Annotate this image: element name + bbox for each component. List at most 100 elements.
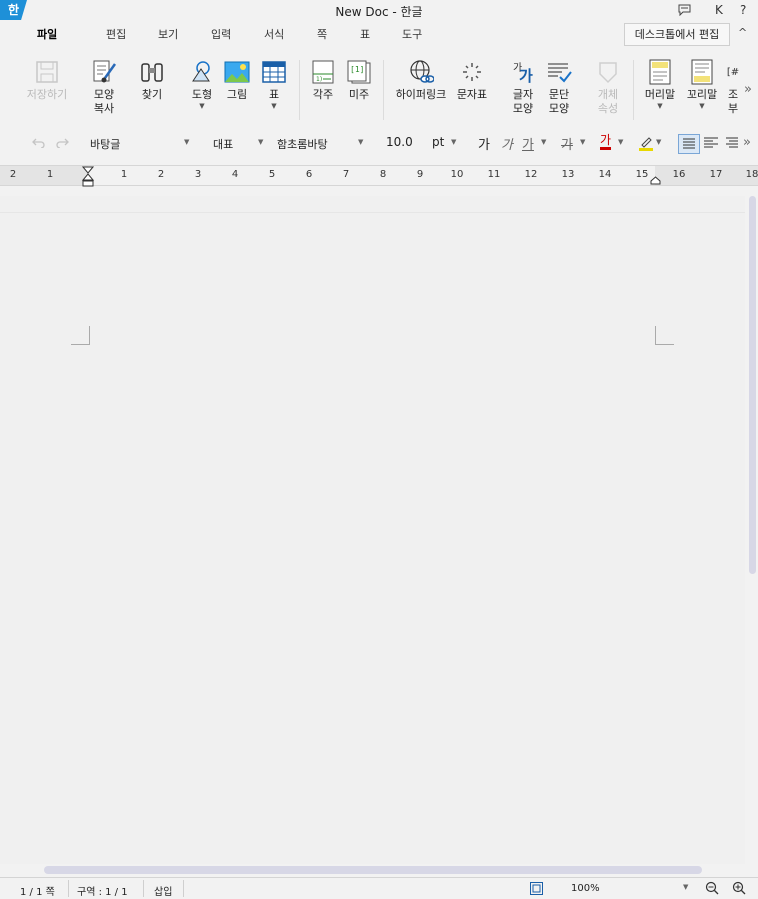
endnote-button[interactable]: [1] 미주: [344, 56, 374, 102]
header-dropdown-icon[interactable]: ▼: [642, 102, 678, 110]
para-shape-button[interactable]: 문단 모양: [544, 56, 574, 116]
header-label: 머리말: [644, 88, 676, 101]
insert-mode[interactable]: 삽입: [154, 883, 172, 898]
zoom-dropdown-icon[interactable]: ▼: [683, 883, 688, 891]
tab-format[interactable]: 서식: [264, 26, 284, 42]
zoom-level[interactable]: 100%: [571, 883, 600, 894]
footer-button[interactable]: 꼬리말 ▼: [684, 56, 720, 110]
redo-icon[interactable]: [55, 136, 69, 151]
tab-edit[interactable]: 편집: [106, 26, 126, 42]
ruler-label: 7: [342, 169, 350, 180]
table-dropdown-icon[interactable]: ▼: [260, 102, 288, 110]
underline-dropdown-icon[interactable]: ▼: [541, 138, 546, 146]
collapse-ribbon-button[interactable]: ^: [738, 26, 747, 39]
char-shape-button[interactable]: 가 가 글자 모양: [509, 56, 537, 116]
ruler-label: 11: [487, 169, 501, 180]
format-bar-more-icon[interactable]: »: [743, 135, 751, 150]
tab-insert[interactable]: 입력: [211, 26, 231, 42]
zoom-in-icon[interactable]: [732, 881, 746, 898]
align-right-icon[interactable]: [725, 135, 739, 154]
zoom-out-icon[interactable]: [705, 881, 719, 898]
char-shape-glyph-large: 가: [519, 67, 533, 85]
svg-text:1): 1): [316, 76, 322, 83]
document-canvas[interactable]: [0, 196, 745, 864]
highlight-dropdown-icon[interactable]: ▼: [656, 138, 661, 146]
ruler-label: 13: [561, 169, 575, 180]
underline-button[interactable]: 가: [522, 134, 534, 153]
tab-view[interactable]: 보기: [158, 26, 178, 42]
style-dropdown-icon[interactable]: ▼: [184, 138, 189, 146]
ruler-label: 2: [9, 169, 17, 180]
format-copy-button[interactable]: 모양 복사: [87, 56, 121, 116]
ruler[interactable]: 2 1 1 2 3 4 5 6 7 8 9 10 11 12 13 14 15 …: [0, 165, 758, 188]
ruler-label: 17: [709, 169, 723, 180]
shape-button[interactable]: 도형 ▼: [186, 56, 218, 110]
font-color-button[interactable]: 가: [600, 134, 612, 150]
horizontal-scrollbar[interactable]: [44, 866, 702, 874]
font-size-input[interactable]: 10.0: [386, 135, 413, 149]
endnote-glyph: [1]: [350, 65, 364, 74]
size-unit-select[interactable]: pt: [432, 135, 444, 149]
ruler-label: 5: [268, 169, 276, 180]
style-select[interactable]: 바탕글: [90, 136, 120, 152]
tab-file[interactable]: 파일: [37, 26, 57, 42]
save-icon: [24, 56, 70, 88]
find-label: 찾기: [141, 88, 163, 101]
tab-page[interactable]: 쪽: [317, 26, 327, 42]
table-button[interactable]: 표 ▼: [260, 56, 288, 110]
ruler-label: 4: [231, 169, 239, 180]
account-icon[interactable]: K: [715, 3, 723, 17]
object-props-button[interactable]: 개체 속성: [592, 56, 624, 116]
hyperlink-button[interactable]: 하이퍼링크: [393, 56, 449, 102]
page-view-icon[interactable]: [530, 882, 543, 898]
undo-icon[interactable]: [32, 136, 46, 151]
margin-corner-top-right: [655, 326, 674, 345]
tab-table[interactable]: 표: [360, 26, 370, 42]
ribbon-scroll-right-icon[interactable]: »: [744, 82, 752, 97]
align-left-icon[interactable]: [703, 135, 719, 154]
right-indent-marker-icon[interactable]: [650, 175, 661, 188]
desktop-edit-button[interactable]: 데스크톱에서 편집: [624, 23, 730, 46]
strikethrough-dropdown-icon[interactable]: ▼: [580, 138, 585, 146]
lang-dropdown-icon[interactable]: ▼: [258, 138, 263, 146]
comment-icon[interactable]: [678, 4, 691, 19]
footer-dropdown-icon[interactable]: ▼: [684, 102, 720, 110]
italic-button[interactable]: 가: [501, 134, 513, 153]
align-justify-button[interactable]: [678, 134, 700, 154]
shape-dropdown-icon[interactable]: ▼: [186, 102, 218, 110]
lang-select[interactable]: 대표: [213, 136, 233, 152]
find-button[interactable]: 찾기: [136, 56, 168, 102]
margin-corner-top-left: [71, 326, 90, 345]
format-copy-label-1: 모양: [93, 88, 115, 101]
vertical-scrollbar[interactable]: [749, 196, 756, 574]
ruler-label: 1: [46, 169, 54, 180]
tab-tools[interactable]: 도구: [402, 26, 422, 42]
more-ribbon-label-2: 부: [727, 102, 739, 115]
ruler-label: 14: [598, 169, 612, 180]
strikethrough-button[interactable]: 가: [561, 134, 573, 153]
font-color-dropdown-icon[interactable]: ▼: [618, 138, 623, 146]
section-count: 구역 : 1 / 1: [77, 887, 128, 898]
ribbon-divider: [299, 60, 300, 120]
header-button[interactable]: 머리말 ▼: [642, 56, 678, 110]
format-copy-label-2: 복사: [93, 102, 115, 115]
more-ribbon-button[interactable]: [# 조 부: [724, 56, 742, 116]
char-map-button[interactable]: 문자표: [454, 56, 490, 102]
ruler-label: 12: [524, 169, 538, 180]
ribbon-divider: [633, 60, 634, 120]
indent-marker-icon[interactable]: [81, 166, 95, 191]
font-dropdown-icon[interactable]: ▼: [358, 138, 363, 146]
save-button[interactable]: 저장하기: [24, 56, 70, 102]
ruler-label: 2: [157, 169, 165, 180]
endnote-label: 미주: [348, 88, 370, 101]
bold-button[interactable]: 가: [478, 134, 490, 153]
char-map-label: 문자표: [456, 88, 488, 101]
picture-button[interactable]: 그림: [223, 56, 251, 102]
ruler-label: 9: [416, 169, 424, 180]
footnote-button[interactable]: 1) 각주: [308, 56, 338, 102]
unit-dropdown-icon[interactable]: ▼: [451, 138, 456, 146]
font-select[interactable]: 함초롬바탕: [277, 136, 328, 152]
highlight-icon[interactable]: [638, 135, 654, 154]
footer-label: 꼬리말: [686, 88, 718, 101]
help-icon[interactable]: ?: [740, 3, 746, 17]
